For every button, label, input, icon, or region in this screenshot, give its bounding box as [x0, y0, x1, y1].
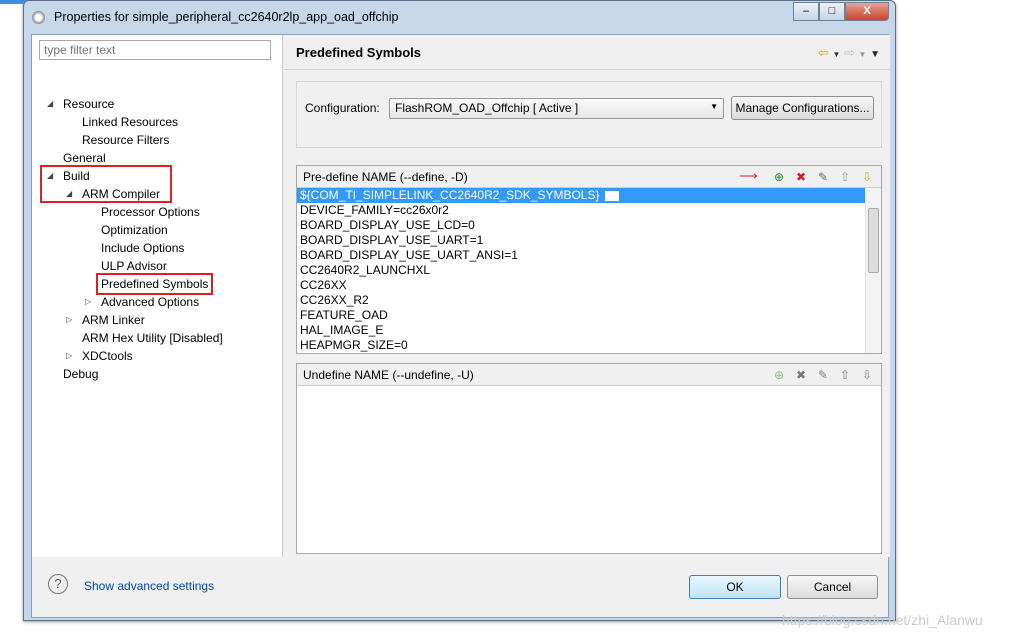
- list-item[interactable]: DEVICE_FAMILY=cc26x0r2: [297, 203, 865, 218]
- nav-buttons[interactable]: ⇦ ▼ ⇨ ▼ ▼: [818, 45, 880, 61]
- list-item[interactable]: HEAPMGR_SIZE=0: [297, 338, 865, 353]
- app-icon: [32, 11, 45, 24]
- tree-item[interactable]: Linked Resources: [82, 113, 178, 131]
- undefine-header: Undefine NAME (--undefine, -U): [303, 368, 474, 382]
- configuration-value: FlashROM_OAD_Offchip [ Active ]: [395, 101, 579, 115]
- collapsed-icon[interactable]: ▷: [66, 315, 72, 324]
- back-menu-icon[interactable]: ▼: [832, 50, 840, 59]
- back-arrow-icon[interactable]: ⇦: [818, 45, 829, 60]
- predefine-header: Pre-define NAME (--define, -D): [303, 170, 468, 184]
- tree-item[interactable]: Resource: [63, 95, 114, 113]
- edit-icon[interactable]: ✎: [815, 169, 831, 185]
- forward-arrow-icon[interactable]: ⇨: [844, 45, 855, 60]
- move-down-icon: ⇩: [861, 368, 873, 382]
- move-up-icon: ⇧: [839, 368, 851, 382]
- move-up-icon[interactable]: ⇧: [837, 169, 853, 185]
- delete-icon[interactable]: ✖: [793, 169, 809, 185]
- close-button[interactable]: X: [845, 2, 889, 21]
- tree-item[interactable]: ARM Hex Utility [Disabled]: [82, 329, 223, 347]
- edit-icon: ✎: [817, 368, 829, 382]
- tree-item[interactable]: Resource Filters: [82, 131, 169, 149]
- ellipsis-button[interactable]: [605, 190, 620, 201]
- show-advanced-settings-link[interactable]: Show advanced settings: [84, 579, 214, 593]
- cancel-button[interactable]: Cancel: [787, 575, 878, 599]
- window-title: Properties for simple_peripheral_cc2640r…: [54, 10, 399, 24]
- tree-item[interactable]: Advanced Options: [101, 293, 199, 311]
- tree-item[interactable]: Predefined Symbols: [96, 273, 214, 295]
- list-item[interactable]: CC26XX_R2: [297, 293, 865, 308]
- highlight-box: [40, 165, 172, 203]
- collapsed-icon[interactable]: ▷: [85, 297, 91, 306]
- tree-item[interactable]: Optimization: [101, 221, 168, 239]
- list-item[interactable]: BOARD_DISPLAY_USE_UART=1: [297, 233, 865, 248]
- tree-item[interactable]: ARM Linker: [82, 311, 145, 329]
- list-item[interactable]: ${COM_TI_SIMPLELINK_CC2640R2_SDK_SYMBOLS…: [297, 188, 865, 203]
- list-item[interactable]: BOARD_DISPLAY_USE_UART_ANSI=1: [297, 248, 865, 263]
- properties-dialog: Properties for simple_peripheral_cc2640r…: [23, 0, 896, 621]
- list-item[interactable]: BOARD_DISPLAY_USE_LCD=0: [297, 218, 865, 233]
- delete-icon: ✖: [795, 368, 807, 382]
- tree-item[interactable]: Processor Options: [101, 203, 200, 221]
- collapsed-icon[interactable]: ▷: [66, 351, 72, 360]
- tree-item[interactable]: Debug: [63, 365, 98, 383]
- tree-item[interactable]: XDCtools: [82, 347, 133, 365]
- help-icon[interactable]: ?: [48, 574, 68, 594]
- tree-item[interactable]: Include Options: [101, 239, 184, 257]
- list-item[interactable]: CC2640R2_LAUNCHXL: [297, 263, 865, 278]
- list-item[interactable]: HAL_IMAGE_E: [297, 323, 865, 338]
- forward-menu-icon[interactable]: ▼: [859, 50, 867, 59]
- minimize-button[interactable]: –: [793, 2, 819, 21]
- page-title: Predefined Symbols: [296, 45, 421, 60]
- undefine-list: Undefine NAME (--undefine, -U) ⊕ ✖ ✎ ⇧ ⇩: [296, 363, 882, 554]
- view-menu-icon[interactable]: ▼: [870, 49, 880, 60]
- expanded-icon[interactable]: ◢: [47, 99, 53, 108]
- list-item[interactable]: CC26XX: [297, 278, 865, 293]
- red-arrow-annotation: ⟶: [739, 168, 758, 183]
- chevron-down-icon: ▼: [710, 102, 718, 111]
- filter-input[interactable]: [39, 40, 271, 60]
- configuration-label: Configuration:: [305, 101, 380, 115]
- add-icon[interactable]: ⊕: [771, 367, 787, 383]
- add-icon[interactable]: ⊕: [771, 169, 787, 185]
- configuration-group: Configuration: FlashROM_OAD_Offchip [ Ac…: [296, 81, 882, 148]
- divider: [284, 69, 890, 70]
- configuration-select[interactable]: FlashROM_OAD_Offchip [ Active ] ▼: [389, 98, 724, 119]
- ok-button[interactable]: OK: [689, 575, 781, 599]
- move-down-icon[interactable]: ⇩: [859, 169, 875, 185]
- manage-configurations-button[interactable]: Manage Configurations...: [731, 96, 874, 120]
- scrollbar[interactable]: [865, 188, 881, 353]
- category-tree-panel: ◢ ResourceLinked ResourcesResource Filter…: [32, 35, 283, 557]
- maximize-button[interactable]: □: [819, 2, 845, 21]
- predefine-list: Pre-define NAME (--define, -D) ⟶ ⊕ ✖ ✎ ⇧…: [296, 165, 882, 354]
- list-item[interactable]: FEATURE_OAD: [297, 308, 865, 323]
- watermark: https://blog.csdn.net/zhi_Alanwu: [782, 612, 983, 628]
